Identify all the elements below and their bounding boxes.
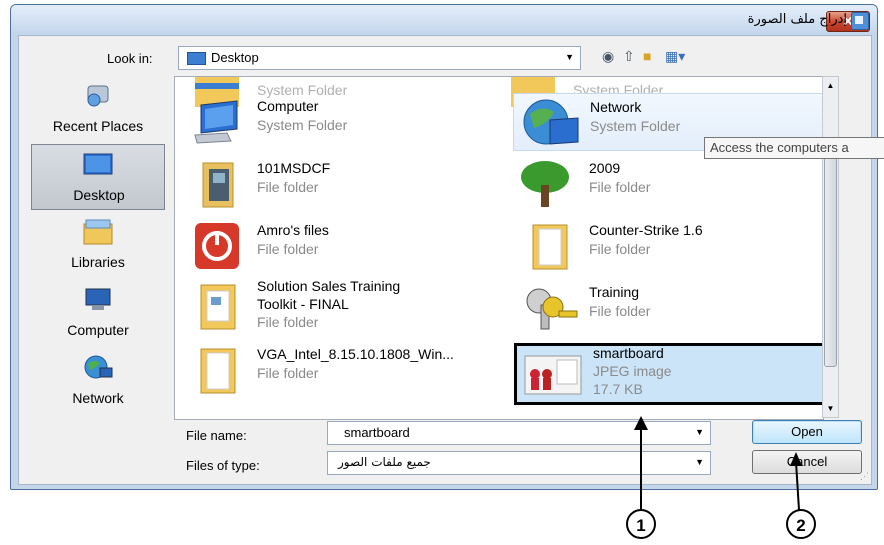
callout-1: 1 [626, 509, 656, 539]
place-label: Libraries [71, 254, 125, 270]
computer-icon [85, 288, 111, 310]
item-type: File folder [589, 179, 651, 195]
file-name-label: File name: [186, 428, 247, 443]
scroll-down-icon[interactable]: ▼ [823, 404, 838, 413]
list-item-101msdcf[interactable]: 101MSDCF File folder [181, 155, 481, 213]
recent-places-icon [87, 85, 109, 107]
item-name: Amro's files [257, 222, 329, 238]
file-list-scrollbar[interactable]: ▲ ▼ [822, 76, 839, 418]
folder-icon [200, 348, 236, 394]
list-item-2009[interactable]: 2009 File folder [513, 155, 813, 213]
place-network[interactable]: Network [31, 348, 165, 414]
libraries-icon [83, 219, 113, 245]
item-name: Network [590, 99, 642, 115]
dialog-title: إدراج ملف الصورة [747, 12, 847, 27]
place-computer[interactable]: Computer [31, 280, 165, 346]
item-name: 2009 [589, 160, 621, 176]
resize-grip-icon[interactable]: ⋰ [860, 471, 869, 482]
network-icon [84, 355, 113, 379]
item-name: Counter-Strike 1.6 [589, 222, 703, 238]
cancel-button[interactable]: Cancel [752, 450, 862, 474]
new-folder-icon[interactable]: ■ [643, 48, 651, 64]
file-name-input[interactable]: smartboard ▼ [327, 421, 711, 445]
place-desktop[interactable]: Desktop [31, 144, 165, 210]
item-type: File folder [589, 303, 651, 319]
item-name-line-1: Solution Sales Training [257, 278, 401, 294]
item-name-line-2: Toolkit - FINAL [257, 296, 349, 312]
scroll-up-icon[interactable]: ▲ [823, 81, 838, 90]
place-recent-places[interactable]: Recent Places [31, 76, 165, 142]
list-item-counter-strike[interactable]: Counter-Strike 1.6 File folder [513, 217, 813, 275]
file-type-dropdown[interactable]: جميع ملفات الصور ▼ [327, 451, 711, 475]
place-label: Recent Places [52, 118, 144, 134]
chevron-down-icon: ▼ [565, 52, 574, 62]
item-type: File folder [257, 179, 319, 195]
file-type-value: جميع ملفات الصور [338, 455, 431, 469]
look-in-label: Look in: [107, 51, 153, 66]
open-button[interactable]: Open [752, 420, 862, 444]
item-type: System Folder [257, 117, 348, 133]
file-list[interactable]: System Folder System Folder Computer Sys… [174, 76, 824, 420]
desktop-folder-icon [187, 52, 206, 65]
views-menu-icon[interactable]: ▦▾ [665, 48, 685, 65]
item-type: System Folder [590, 118, 681, 134]
item-name: Computer [257, 98, 319, 114]
file-name-value: smartboard [344, 425, 410, 440]
item-type: File folder [257, 365, 319, 381]
place-label: Computer [67, 322, 129, 338]
chevron-down-icon[interactable]: ▼ [695, 457, 704, 467]
up-folder-icon[interactable]: ⇧ [623, 48, 635, 65]
list-item-amros-files[interactable]: Amro's files File folder [181, 217, 481, 275]
item-name: VGA_Intel_8.15.10.1808_Win... [257, 346, 454, 362]
list-item-training[interactable]: Training File folder [513, 279, 813, 337]
network-icon [523, 99, 579, 145]
image-thumbnail-icon [524, 355, 582, 395]
dialog-body: Look in: Desktop ▼ ◉ ⇧ ■ ▦▾ Recent Place… [18, 35, 872, 485]
item-type: File folder [257, 241, 319, 257]
item-name: Training [589, 284, 640, 300]
power-app-icon [195, 223, 239, 269]
list-item-solution-sales[interactable]: Solution Sales Training Toolkit - FINAL … [181, 277, 481, 339]
scroll-thumb[interactable] [824, 157, 837, 367]
place-label: Network [72, 390, 124, 406]
file-type-label: Files of type: [186, 458, 260, 473]
callout-2: 2 [786, 509, 816, 539]
desktop-icon [83, 153, 113, 175]
folder-icon [200, 284, 236, 330]
look-in-value: Desktop [211, 50, 259, 65]
item-type: File folder [589, 241, 651, 257]
title-bar: ✕ إدراج ملف الصورة [11, 5, 877, 35]
tree-icon [521, 161, 569, 207]
open-file-dialog: ✕ إدراج ملف الصورة Look in: Desktop ▼ ◉ … [10, 4, 878, 490]
back-arrow-icon[interactable]: ◉ [602, 48, 614, 65]
item-name: smartboard [593, 345, 664, 361]
app-icon [851, 12, 869, 30]
item-type: File folder [257, 314, 319, 330]
folder-icon [202, 162, 234, 208]
folder-icon [532, 224, 568, 270]
computer-icon [194, 100, 238, 144]
chevron-down-icon[interactable]: ▼ [695, 427, 704, 437]
look-in-dropdown[interactable]: Desktop ▼ [178, 46, 581, 70]
list-item-vga-intel[interactable]: VGA_Intel_8.15.10.1808_Win... File folde… [181, 341, 481, 399]
list-item-smartboard[interactable]: smartboard JPEG image 17.7 KB [514, 343, 823, 405]
item-type: JPEG image [593, 363, 672, 379]
network-tooltip: Access the computers a [704, 137, 884, 159]
places-bar: Recent Places Desktop Libraries Computer… [31, 76, 165, 416]
place-libraries[interactable]: Libraries [31, 212, 165, 278]
list-item-computer[interactable]: Computer System Folder [181, 93, 481, 151]
item-name: 101MSDCF [257, 160, 331, 176]
place-label: Desktop [73, 187, 125, 203]
keys-icon [526, 288, 578, 330]
item-size: 17.7 KB [593, 381, 643, 397]
